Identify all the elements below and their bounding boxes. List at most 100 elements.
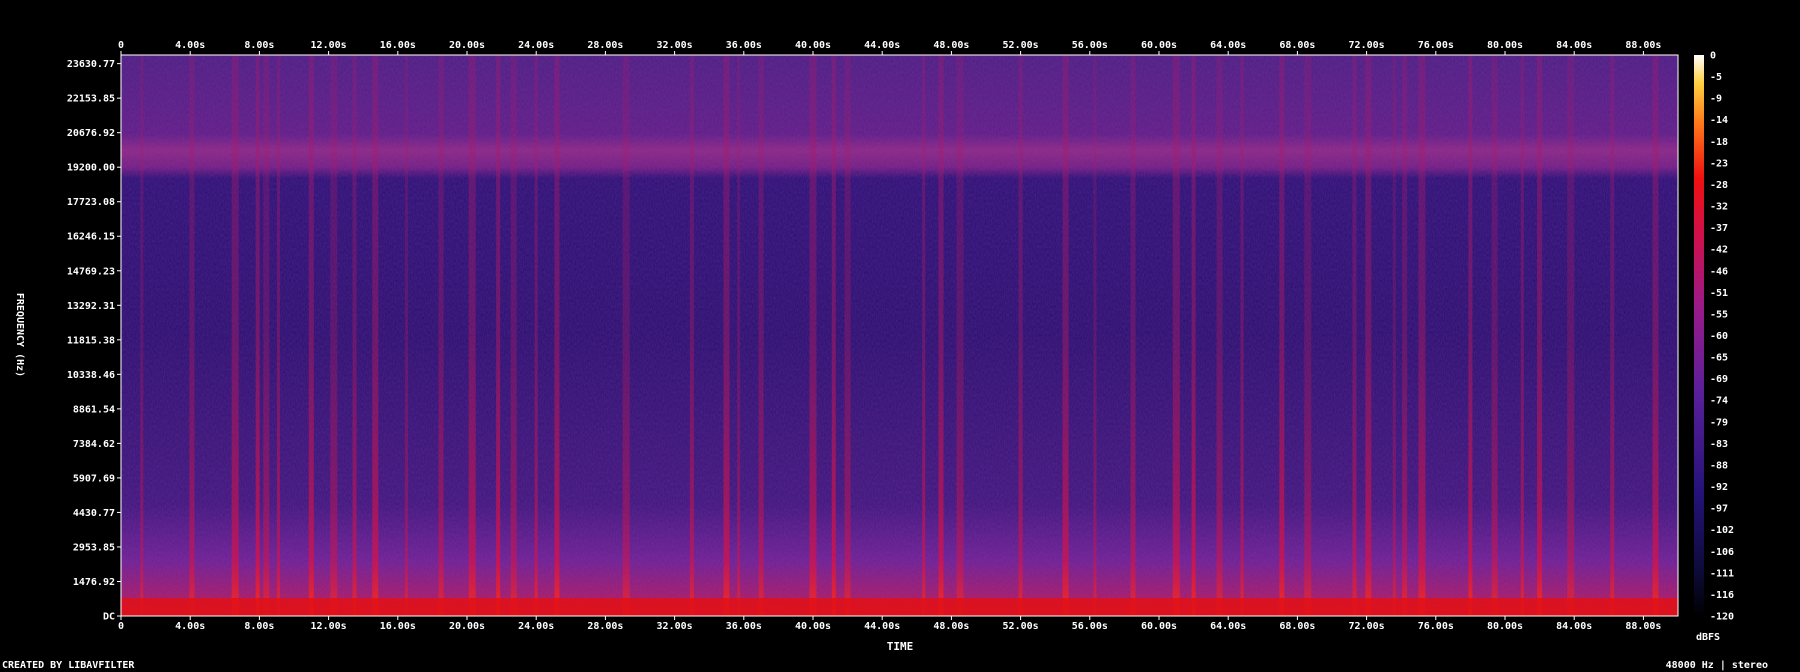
x-tick-label: 32.00s [657,40,693,51]
colorbar-tick-label: -46 [1710,266,1728,277]
y-tick-label: DC [103,612,115,623]
onset-stripe [1567,55,1575,616]
colorbar-tick-label: -9 [1710,94,1722,105]
y-tick-label: 1476.92 [73,577,115,588]
x-tick-label: 64.00s [1210,40,1246,51]
colorbar-tick-label: -55 [1710,309,1728,320]
x-tick-label: 80.00s [1487,621,1523,632]
onset-stripe [938,55,944,616]
x-tick-label: 0 [118,621,124,632]
onset-stripe [1468,55,1473,616]
x-tick-label: 60.00s [1141,621,1177,632]
x-tick-label: 60.00s [1141,40,1177,51]
x-tick-label: 8.00s [244,40,274,51]
y-tick-label: 2953.85 [73,542,115,553]
onset-stripe [534,55,538,616]
colorbar-tick-label: -111 [1710,568,1734,579]
colorbar-tick-label: -42 [1710,245,1728,256]
onset-stripe [276,55,280,616]
onset-stripe [1652,55,1659,616]
colorbar-tick-label: -60 [1710,331,1728,342]
onset-stripe [554,55,560,616]
onset-stripe [263,55,270,616]
onset-stripe [1018,55,1023,616]
x-tick-label: 44.00s [864,40,900,51]
x-tick-label: 88.00s [1625,40,1661,51]
y-tick-label: 4430.77 [73,508,115,519]
onset-stripe [1130,55,1136,616]
colorbar-tick-label: -5 [1710,72,1722,83]
x-tick-label: 76.00s [1418,40,1454,51]
x-tick-label: 12.00s [311,40,347,51]
onset-stripe [1418,55,1426,616]
x-tick-label: 84.00s [1556,621,1592,632]
onset-stripe [1304,55,1312,616]
colorbar-tick-label: -18 [1710,137,1728,148]
x-tick-label: 36.00s [726,621,762,632]
low-frequency-band [121,598,1678,616]
onset-stripe [1491,55,1498,616]
x-tick-label: 24.00s [518,40,554,51]
onset-stripe [404,55,408,616]
y-tick-label: 23630.77 [67,59,115,70]
x-tick-label: 52.00s [1003,621,1039,632]
y-tick-label: 11815.38 [67,335,115,346]
onset-stripe [1520,55,1524,616]
y-axis: DC 1476.92 2953.85 4430.77 5907.69 7384.62 886… [67,59,121,623]
onset-stripe [1062,55,1069,616]
x-tick-label: 80.00s [1487,40,1523,51]
onset-stripe [1216,55,1223,616]
x-tick-label: 16.00s [380,40,416,51]
y-tick-label: 17723.08 [67,197,115,208]
onset-stripe [1365,55,1372,616]
x-tick-label: 20.00s [449,621,485,632]
colorbar-tick-label: -14 [1710,115,1728,126]
colorbar-tick-label: -28 [1710,180,1728,191]
colorbar: 0 -5 -9 -14 -18 -23 -28 -32 -37 -42 -46 -51 -55 -60 -6… [1694,51,1734,643]
onset-stripe [372,55,379,616]
colorbar-label: dBFS [1696,632,1720,643]
colorbar-tick-label: -79 [1710,417,1728,428]
x-tick-label: 32.00s [657,621,693,632]
colorbar-tick-label: -32 [1710,202,1728,213]
onset-stripe [140,55,144,616]
y-tick-label: 7384.62 [73,439,115,450]
x-tick-label: 48.00s [933,621,969,632]
onset-stripe [844,55,851,616]
onset-stripe [1610,55,1615,616]
onset-stripe [1392,55,1396,616]
x-tick-label: 52.00s [1003,40,1039,51]
x-tick-label: 56.00s [1072,40,1108,51]
colorbar-tick-label: -69 [1710,374,1728,385]
x-tick-label: 24.00s [518,621,554,632]
x-tick-label: 68.00s [1279,40,1315,51]
onset-stripe [737,55,741,616]
x-tick-label: 48.00s [933,40,969,51]
onset-stripe [330,55,338,616]
plot-area [120,54,1679,617]
x-tick-label: 76.00s [1418,621,1454,632]
x-tick-label: 64.00s [1210,621,1246,632]
onset-stripe [622,55,630,616]
onset-stripe [1093,55,1097,616]
colorbar-tick-label: -88 [1710,460,1728,471]
colorbar-tick-label: -51 [1710,288,1728,299]
onset-stripe [809,55,817,616]
x-tick-label: 0 [118,40,124,51]
x-tick-label: 4.00s [175,40,205,51]
onset-stripe [468,55,476,616]
footer-sample-rate: 48000 Hz | stereo [1666,660,1768,671]
x-tick-label: 88.00s [1625,621,1661,632]
y-tick-label: 16246.15 [67,232,115,243]
x-tick-label: 84.00s [1556,40,1592,51]
colorbar-tick-label: -83 [1710,439,1728,450]
x-tick-label: 40.00s [795,621,831,632]
onset-stripe [922,55,926,616]
y-tick-label: 5907.69 [73,473,115,484]
onset-stripe [723,55,730,616]
y-tick-label: 22153.85 [67,94,115,105]
colorbar-tick-label: -23 [1710,158,1728,169]
x-axis-label: TIME [887,640,914,653]
colorbar-tick-label: -74 [1710,396,1728,407]
colorbar-tick-label: 0 [1710,51,1716,62]
